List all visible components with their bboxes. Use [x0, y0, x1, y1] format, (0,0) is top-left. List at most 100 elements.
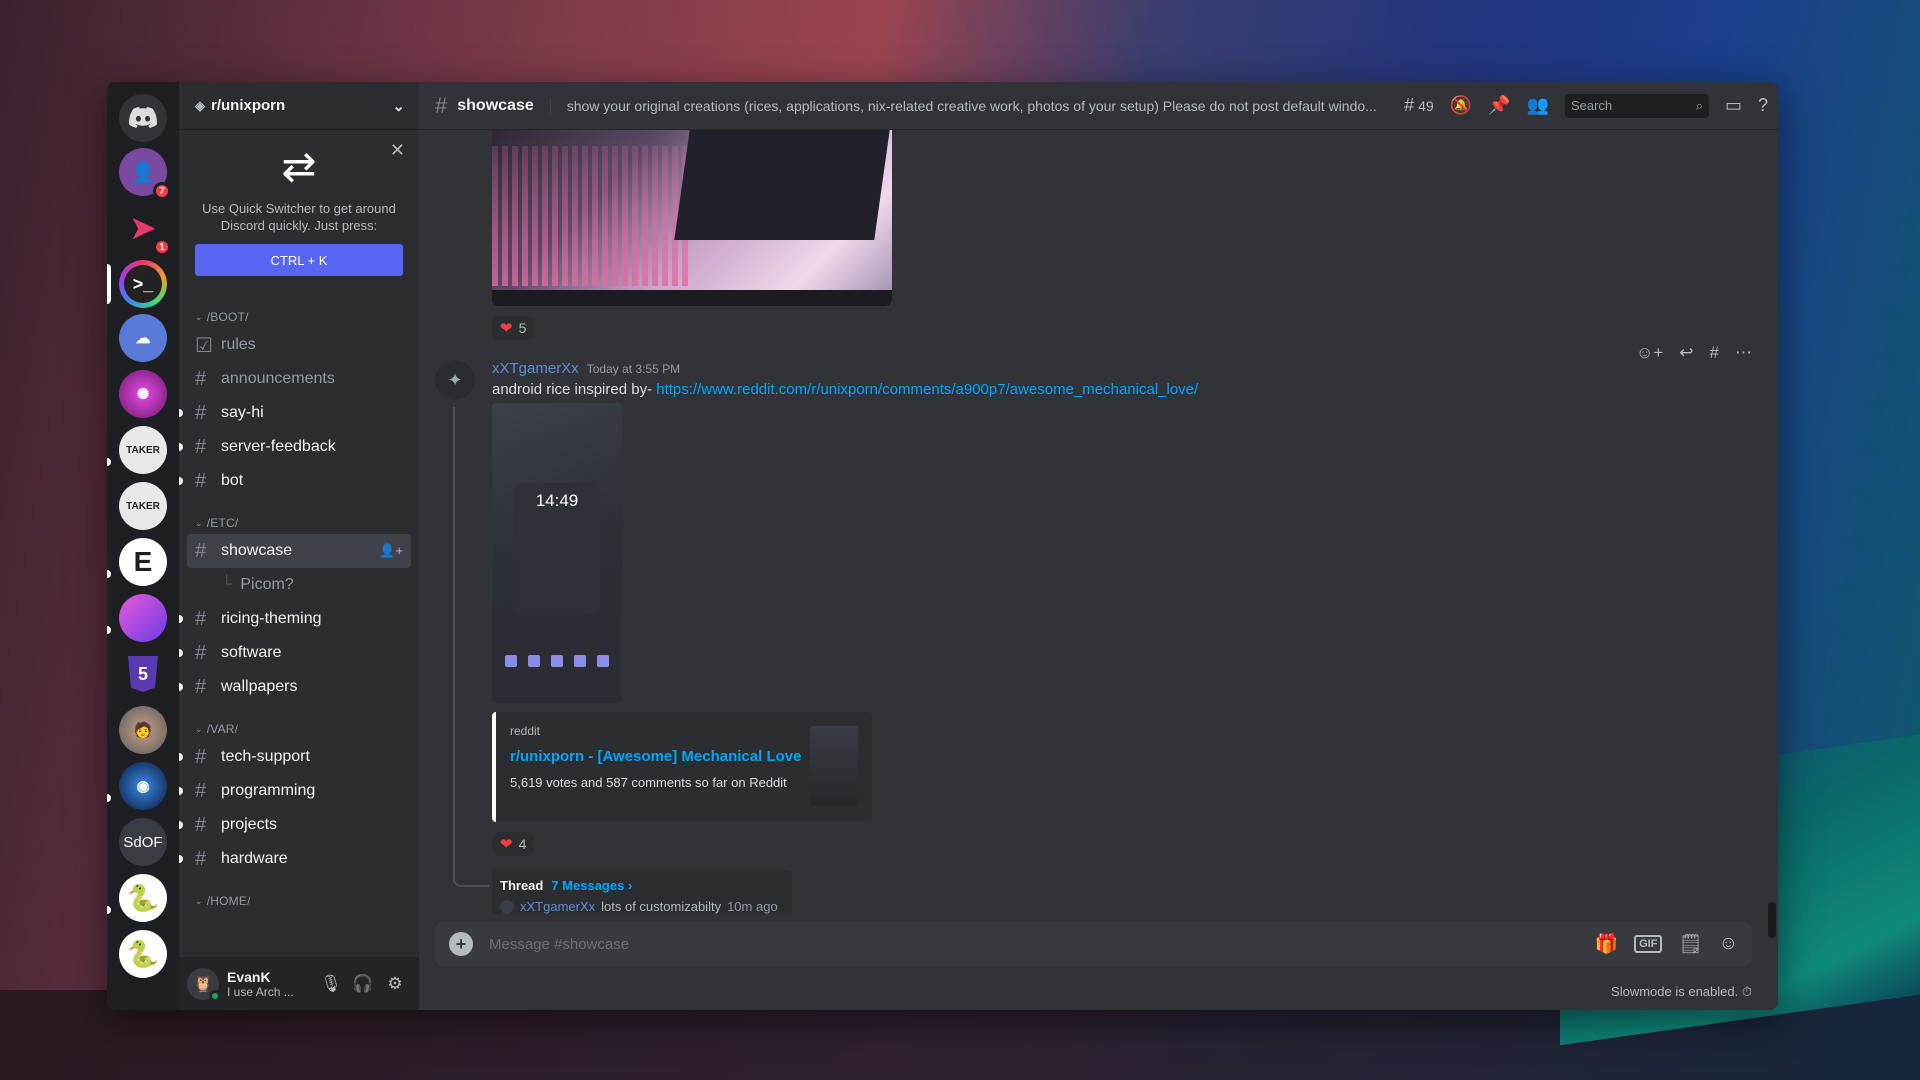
channel-bot[interactable]: # bot — [179, 464, 411, 498]
gear-icon[interactable]: ⚙ — [379, 974, 411, 994]
close-icon[interactable]: ✕ — [390, 140, 405, 161]
chevron-down-icon[interactable]: ⌄ — [392, 97, 405, 115]
server-person[interactable]: 🧑 — [119, 706, 167, 754]
server-apple[interactable] — [119, 594, 167, 642]
channel-say-hi[interactable]: # say-hi — [179, 396, 411, 430]
unread-indicator — [179, 787, 183, 795]
channel-rules[interactable]: ☑ rules — [187, 328, 411, 362]
author-name[interactable]: xXTgamerXx — [492, 360, 579, 377]
pin-icon[interactable]: 📌 — [1488, 95, 1510, 116]
friends-button[interactable]: 👤 7 — [119, 148, 171, 200]
thread-message-count[interactable]: 7 Messages › — [551, 878, 632, 893]
unread-pill — [107, 906, 111, 914]
channel-software[interactable]: # software — [179, 636, 411, 670]
channel-programming[interactable]: # programming — [179, 774, 411, 808]
channel-projects[interactable]: # projects — [179, 808, 411, 842]
message-link[interactable]: https://www.reddit.com/r/unixporn/commen… — [656, 381, 1198, 398]
server-taker-1[interactable]: TAKER — [119, 426, 167, 474]
channel-server-feedback[interactable]: # server-feedback — [179, 430, 411, 464]
server-taker-2[interactable]: TAKER — [119, 482, 167, 530]
microphone-icon[interactable]: 🎙 — [315, 974, 347, 994]
more-icon[interactable]: ⋯ — [1735, 343, 1752, 363]
server-sdof[interactable]: SdOF — [119, 818, 167, 866]
category-label: /HOME/ — [206, 894, 251, 908]
server-red[interactable]: ➤ 1 — [119, 204, 171, 256]
phone-screenshot-attachment[interactable]: 14:49 — [492, 403, 622, 703]
channel-label: tech-support — [221, 748, 310, 765]
message-input[interactable] — [489, 935, 1579, 953]
guild-header[interactable]: ◈ r/unixporn ⌄ — [179, 82, 419, 130]
channel-label: announcements — [221, 370, 335, 387]
user-info[interactable]: EvanK I use Arch ... — [227, 969, 315, 999]
scrollbar-thumb[interactable] — [1768, 902, 1776, 938]
channel-label: projects — [221, 816, 278, 833]
category-boot[interactable]: ⌄/BOOT/ — [179, 306, 419, 328]
channel-announcements[interactable]: # announcements — [187, 362, 411, 396]
reaction-heart[interactable]: ❤ 4 — [492, 832, 535, 856]
discord-home-button[interactable] — [119, 94, 167, 142]
channel-title: showcase — [457, 96, 534, 114]
embed-thumbnail[interactable] — [810, 726, 858, 806]
server-blue[interactable]: ☁ — [119, 314, 167, 362]
threads-button[interactable]: #49 — [1404, 95, 1434, 116]
add-member-icon[interactable]: 👤+ — [379, 543, 403, 559]
create-thread-icon[interactable]: # — [1710, 343, 1719, 363]
emoji-icon[interactable]: ☺ — [1719, 933, 1738, 955]
custom-status: I use Arch ... — [227, 984, 294, 999]
chevron-down-icon: ⌄ — [195, 723, 203, 734]
message-text: android rice inspired by- — [492, 381, 657, 398]
cobra-icon: 🐍 — [126, 938, 160, 969]
rules-icon: ☑ — [195, 334, 213, 357]
server-cobra-2[interactable]: 🐍 — [119, 930, 167, 978]
hash-icon: # — [195, 675, 207, 698]
previous-attachment-image[interactable] — [492, 130, 892, 306]
server-purple[interactable]: ✺ — [119, 370, 167, 418]
server-red-badge: 1 — [153, 238, 171, 256]
channel-topic[interactable]: show your original creations (rices, app… — [549, 97, 1388, 114]
embed-title[interactable]: r/unixporn - [Awesome] Mechanical Love — [510, 748, 858, 765]
thread-last-time: 10m ago — [727, 899, 778, 914]
inbox-icon[interactable]: ▭ — [1725, 95, 1742, 116]
thread-user-avatar — [500, 899, 514, 914]
user-avatar[interactable]: 🦉 — [187, 967, 221, 1002]
hash-icon: # — [195, 401, 207, 424]
category-home[interactable]: ⌄/HOME/ — [179, 890, 419, 912]
author-avatar[interactable]: ✦ — [435, 360, 475, 400]
headphones-icon[interactable]: 🎧 — [347, 974, 379, 994]
phone-app-row — [500, 655, 614, 667]
server-e[interactable]: E — [119, 538, 167, 586]
server-rail: 👤 7 ➤ 1 >_ ☁ ✺ TAKER TAKER E 5 🧑 ◉ SdOF … — [107, 82, 179, 1010]
server-cobra[interactable]: 🐍 — [119, 874, 167, 922]
help-icon[interactable]: ? — [1758, 95, 1768, 116]
channel-label: bot — [221, 472, 244, 489]
category-etc[interactable]: ⌄/ETC/ — [179, 512, 419, 534]
reaction-heart[interactable]: ❤ 5 — [492, 316, 535, 340]
channel-label: rules — [221, 336, 256, 353]
add-attachment-icon[interactable]: + — [449, 932, 473, 956]
category-var[interactable]: ⌄/VAR/ — [179, 718, 419, 740]
quick-switcher-text: Use Quick Switcher to get around Discord… — [202, 201, 396, 233]
gif-button[interactable]: GIF — [1634, 935, 1663, 953]
search-input[interactable]: Search ⌕ — [1564, 93, 1709, 118]
add-reaction-icon[interactable]: ☺+ — [1636, 343, 1663, 363]
sticker-icon[interactable]: 🗒 — [1678, 932, 1702, 956]
thread-picom[interactable]: └ Picom? — [187, 568, 411, 602]
gift-icon[interactable]: 🎁 — [1594, 932, 1618, 956]
server-html5[interactable]: 5 — [119, 650, 167, 698]
quick-switcher-button[interactable]: CTRL + K — [195, 244, 403, 276]
channel-tech-support[interactable]: # tech-support — [179, 740, 411, 774]
channel-hardware[interactable]: # hardware — [179, 842, 411, 876]
thread-preview[interactable]: Thread 7 Messages › xXTgamerXx lots of c… — [492, 870, 792, 914]
mute-bell-icon[interactable]: 🔕 — [1450, 95, 1472, 116]
channel-wallpapers[interactable]: # wallpapers — [179, 670, 411, 704]
unread-pill — [107, 570, 111, 578]
community-icon: ◈ — [195, 97, 205, 113]
server-space[interactable]: ◉ — [119, 762, 167, 810]
unread-pill — [107, 626, 111, 634]
server-unixporn[interactable]: >_ — [119, 260, 167, 308]
channel-ricing-theming[interactable]: # ricing-theming — [179, 602, 411, 636]
channel-showcase[interactable]: # showcase 👤+ — [187, 534, 411, 568]
member-list-icon[interactable]: 👥 — [1527, 95, 1549, 116]
guild-name: r/unixporn — [211, 97, 286, 114]
reply-icon[interactable]: ↩ — [1679, 343, 1693, 363]
